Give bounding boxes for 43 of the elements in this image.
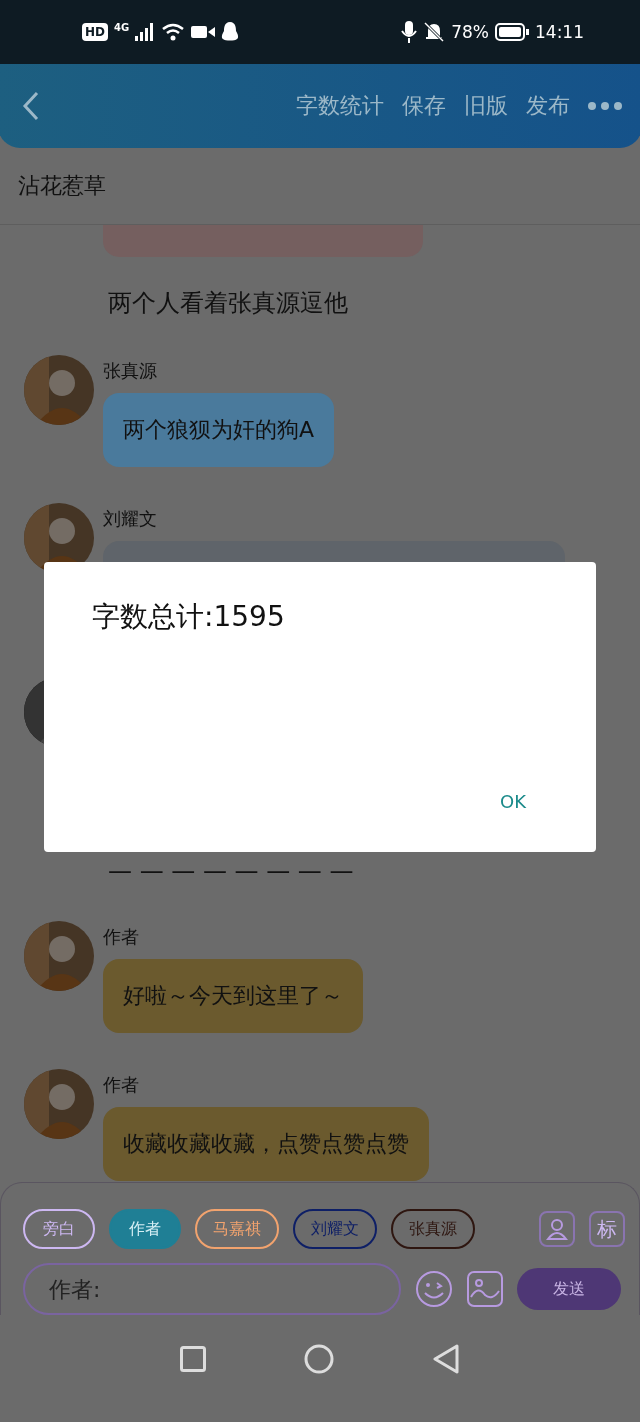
ok-button[interactable]: OK [478,787,548,816]
narration-text: — — — — — — — — [108,857,355,885]
toolbar-action[interactable]: 发布 [526,91,570,121]
toolbar-action[interactable]: 旧版 [464,91,508,121]
wifi-icon [161,23,186,41]
role-chip[interactable]: 马嘉祺 [195,1209,279,1249]
back-icon[interactable] [22,91,40,121]
battery-icon [495,23,529,41]
role-chip[interactable]: 刘耀文 [293,1209,377,1249]
message-bubble: 收藏收藏收藏，点赞点赞点赞 [103,1107,429,1181]
message-bubble: 好啦～今天到这里了～ [103,959,363,1033]
network-label: 4G [114,22,130,33]
person-icon[interactable] [539,1211,575,1247]
video-camera-icon [191,24,216,40]
speaker-name: 张真源 [103,359,157,383]
battery-percent: 78% [451,22,489,42]
back-icon[interactable] [432,1343,460,1374]
message-input[interactable]: 作者: [23,1263,401,1315]
toolbar-action[interactable]: 保存 [402,91,446,121]
dialog-message: 字数总计:1595 [92,599,286,635]
message-bubble: 两个狼狈为奸的狗A [103,393,335,467]
bell-off-icon [423,21,446,43]
speaker-name: 作者 [103,925,139,949]
speaker-name: 作者 [103,1073,139,1097]
speaker-name: 刘耀文 [103,507,157,531]
image-icon[interactable] [467,1271,503,1307]
signal-icon [135,23,156,41]
tag-button[interactable]: 标 [589,1211,625,1247]
recent-apps-icon[interactable] [180,1345,206,1372]
penguin-icon [221,21,240,43]
clock-time: 14:11 [535,22,584,42]
hd-badge: HD [82,23,108,41]
role-chip[interactable]: 张真源 [391,1209,475,1249]
more-icon[interactable] [588,102,622,110]
toolbar-action[interactable]: 字数统计 [296,91,384,121]
narration-text: 两个人看着张真源逗他 [108,288,349,319]
send-button[interactable]: 发送 [517,1268,621,1310]
smiley-icon[interactable] [415,1270,453,1308]
role-chip[interactable]: 作者 [109,1209,181,1249]
role-chip[interactable]: 旁白 [23,1209,95,1249]
story-title: 沾花惹草 [18,172,106,200]
microphone-icon [401,21,418,43]
home-icon[interactable] [304,1343,334,1374]
